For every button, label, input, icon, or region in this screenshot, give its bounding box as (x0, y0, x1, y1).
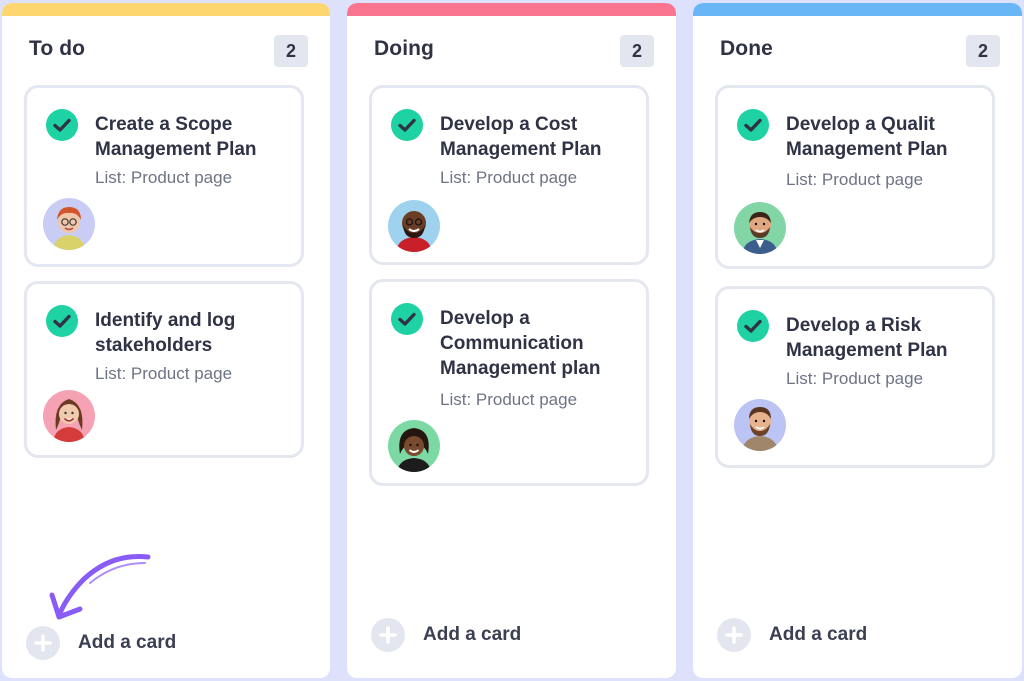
plus-icon (26, 626, 60, 660)
avatar (43, 198, 95, 250)
card-title: Create a Scope Management Plan (95, 114, 257, 160)
column-color-bar (2, 3, 330, 16)
avatar (388, 200, 440, 252)
card-title: Identify and log stakeholders (95, 310, 236, 356)
task-card[interactable]: Develop a Cost Management Plan List: Pro… (369, 85, 649, 265)
check-icon[interactable] (737, 109, 769, 141)
task-card[interactable]: Create a Scope Management Plan List: Pro… (24, 85, 304, 267)
card-list-label: List: Product page (786, 369, 924, 388)
check-icon[interactable] (391, 109, 423, 141)
task-card[interactable]: Identify and log stakeholders List: Prod… (24, 281, 304, 458)
avatar (388, 420, 440, 472)
add-card-label: Add a card (78, 632, 177, 653)
avatar (734, 202, 786, 254)
card-title: Develop a Cost Management Plan (440, 114, 602, 160)
card-title: Develop a Qualit Management Plan (786, 114, 948, 160)
check-icon[interactable] (46, 109, 78, 141)
card-count-badge: 2 (274, 35, 308, 67)
column-title: Doing (374, 37, 434, 60)
plus-icon (371, 618, 405, 652)
card-list-label: List: Product page (440, 168, 578, 187)
check-icon[interactable] (46, 305, 78, 337)
task-card[interactable]: Develop a Risk Management Plan List: Pro… (715, 286, 995, 468)
column-doing: Doing 2 Develop a Cost Management Plan L… (347, 3, 676, 678)
avatar (43, 390, 95, 442)
card-list-label: List: Product page (440, 390, 578, 409)
column-title: To do (29, 37, 86, 60)
task-card[interactable]: Develop a Qualit Management Plan List: P… (715, 85, 995, 269)
column-title: Done (720, 37, 773, 60)
card-list-label: List: Product page (95, 168, 233, 187)
column-todo: To do 2 Create a Scope Management Plan L… (2, 3, 330, 678)
card-list-label: List: Product page (786, 170, 924, 189)
column-color-bar (347, 3, 676, 16)
column-color-bar (693, 3, 1022, 16)
plus-icon (717, 618, 751, 652)
check-icon[interactable] (737, 310, 769, 342)
column-done: Done 2 Develop a Qualit Management Plan … (693, 3, 1022, 678)
kanban-board: To do 2 Create a Scope Management Plan L… (0, 0, 1024, 681)
check-icon[interactable] (391, 303, 423, 335)
avatar (734, 399, 786, 451)
card-count-badge: 2 (966, 35, 1000, 67)
arrow-icon (49, 553, 151, 620)
card-count-badge: 2 (620, 35, 654, 67)
card-title: Develop a Risk Management Plan (786, 315, 948, 361)
card-title: Develop a Communication Management plan (440, 308, 601, 379)
add-card-label: Add a card (769, 624, 868, 645)
add-card-label: Add a card (423, 624, 522, 645)
task-card[interactable]: Develop a Communication Management plan … (369, 279, 649, 486)
card-list-label: List: Product page (95, 364, 233, 383)
